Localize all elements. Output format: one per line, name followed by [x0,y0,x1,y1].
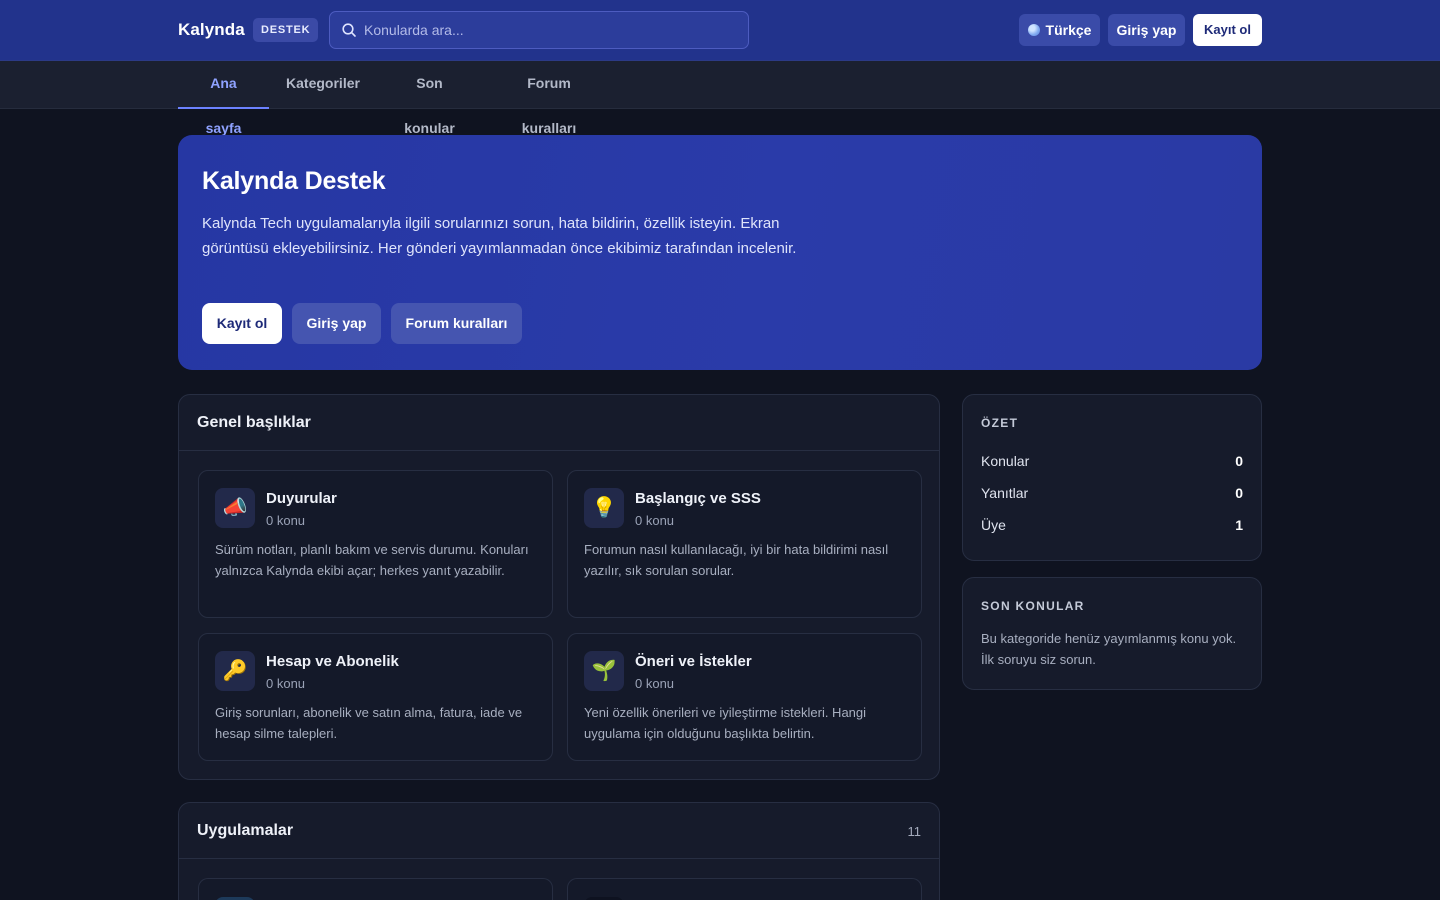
search-box[interactable] [329,11,749,49]
login-button[interactable]: Giriş yap [1108,14,1185,46]
stat-value: 0 [1235,485,1243,501]
lightbulb-icon: 💡 [584,488,624,528]
hero-login-button[interactable]: Giriş yap [292,303,381,344]
key-icon: 🔑 [215,651,255,691]
stat-label: Üye [981,517,1006,533]
category-title[interactable]: Başlangıç ve SSS [635,490,761,507]
recent-topics-label: SON KONULAR [981,599,1085,613]
hero-title: Kalynda Destek [202,167,386,195]
panel-header: Genel başlıklar [179,395,939,451]
seedling-icon: 🌱 [584,651,624,691]
applications-panel: Uygulamalar 11 [178,802,940,900]
app-card[interactable] [198,878,553,900]
tab-forum-rules[interactable]: Forum kuralları [486,61,612,136]
category-title[interactable]: Öneri ve İstekler [635,653,752,670]
register-button[interactable]: Kayıt ol [1193,14,1262,46]
stat-row-members: Üye 1 [981,517,1243,537]
search-icon [342,23,356,37]
search-input[interactable] [364,12,744,48]
panel-title: Uygulamalar [197,822,294,839]
hero-rules-button[interactable]: Forum kuralları [391,303,522,344]
summary-panel: ÖZET Konular 0 Yanıtlar 0 Üye 1 [962,394,1262,561]
tab-categories[interactable]: Kategoriler [273,61,373,109]
summary-label: ÖZET [981,416,1019,430]
topic-count: 0 konu [635,676,675,691]
language-button[interactable]: Türkçe [1019,14,1100,46]
top-bar: Kalynda DESTEK Türkçe Giriş yap Kayıt ol [0,0,1440,61]
category-title[interactable]: Duyurular [266,490,337,507]
brand-badge: DESTEK [253,18,319,42]
category-count: 11 [907,824,922,839]
recent-topics-panel: SON KONULAR Bu kategoride henüz yayımlan… [962,577,1262,690]
stat-value: 1 [1235,517,1243,533]
category-title[interactable]: Hesap ve Abonelik [266,653,399,670]
category-description: Sürüm notları, planlı bakım ve servis du… [215,542,529,578]
app-card[interactable] [567,878,922,900]
hero-register-button[interactable]: Kayıt ol [202,303,282,344]
brand-logo[interactable]: Kalynda [178,20,245,40]
category-description: Yeni özellik önerileri ve iyileştirme is… [584,705,867,741]
panel-header: Uygulamalar 11 [179,803,939,859]
language-label: Türkçe [1045,22,1092,38]
megaphone-icon: 📣 [215,488,255,528]
category-description: Forumun nasıl kullanılacağı, iyi bir hat… [584,542,889,578]
stat-label: Konular [981,453,1030,469]
empty-state-text: Bu kategoride henüz yayımlanmış konu yok… [981,631,1237,667]
topic-count: 0 konu [266,513,306,528]
globe-icon [1027,24,1040,36]
hero-banner: Kalynda Destek Kalynda Tech uygulamaları… [178,135,1262,370]
hero-description: Kalynda Tech uygulamalarıyla ilgili soru… [202,215,797,257]
category-description: Giriş sorunları, abonelik ve satın alma,… [215,705,523,741]
category-card-announcements[interactable]: 📣 Duyurular 0 konu Sürüm notları, planlı… [198,470,553,618]
stat-row-replies: Yanıtlar 0 [981,485,1243,505]
panel-title: Genel başlıklar [197,414,311,431]
tab-recent-topics[interactable]: Son konular [377,61,482,136]
tab-home[interactable]: Ana sayfa [178,61,269,136]
general-topics-panel: Genel başlıklar 📣 Duyurular 0 konu Sürüm… [178,394,940,780]
category-card-suggestions[interactable]: 🌱 Öneri ve İstekler 0 konu Yeni özellik … [567,633,922,761]
category-card-account[interactable]: 🔑 Hesap ve Abonelik 0 konu Giriş sorunla… [198,633,553,761]
stat-row-topics: Konular 0 [981,453,1243,473]
topic-count: 0 konu [266,676,306,691]
topic-count: 0 konu [635,513,675,528]
category-card-getting-started[interactable]: 💡 Başlangıç ve SSS 0 konu Forumun nasıl … [567,470,922,618]
main-nav: Ana sayfa Kategoriler Son konular Forum … [0,61,1440,136]
stat-label: Yanıtlar [981,485,1029,501]
stat-value: 0 [1235,453,1243,469]
